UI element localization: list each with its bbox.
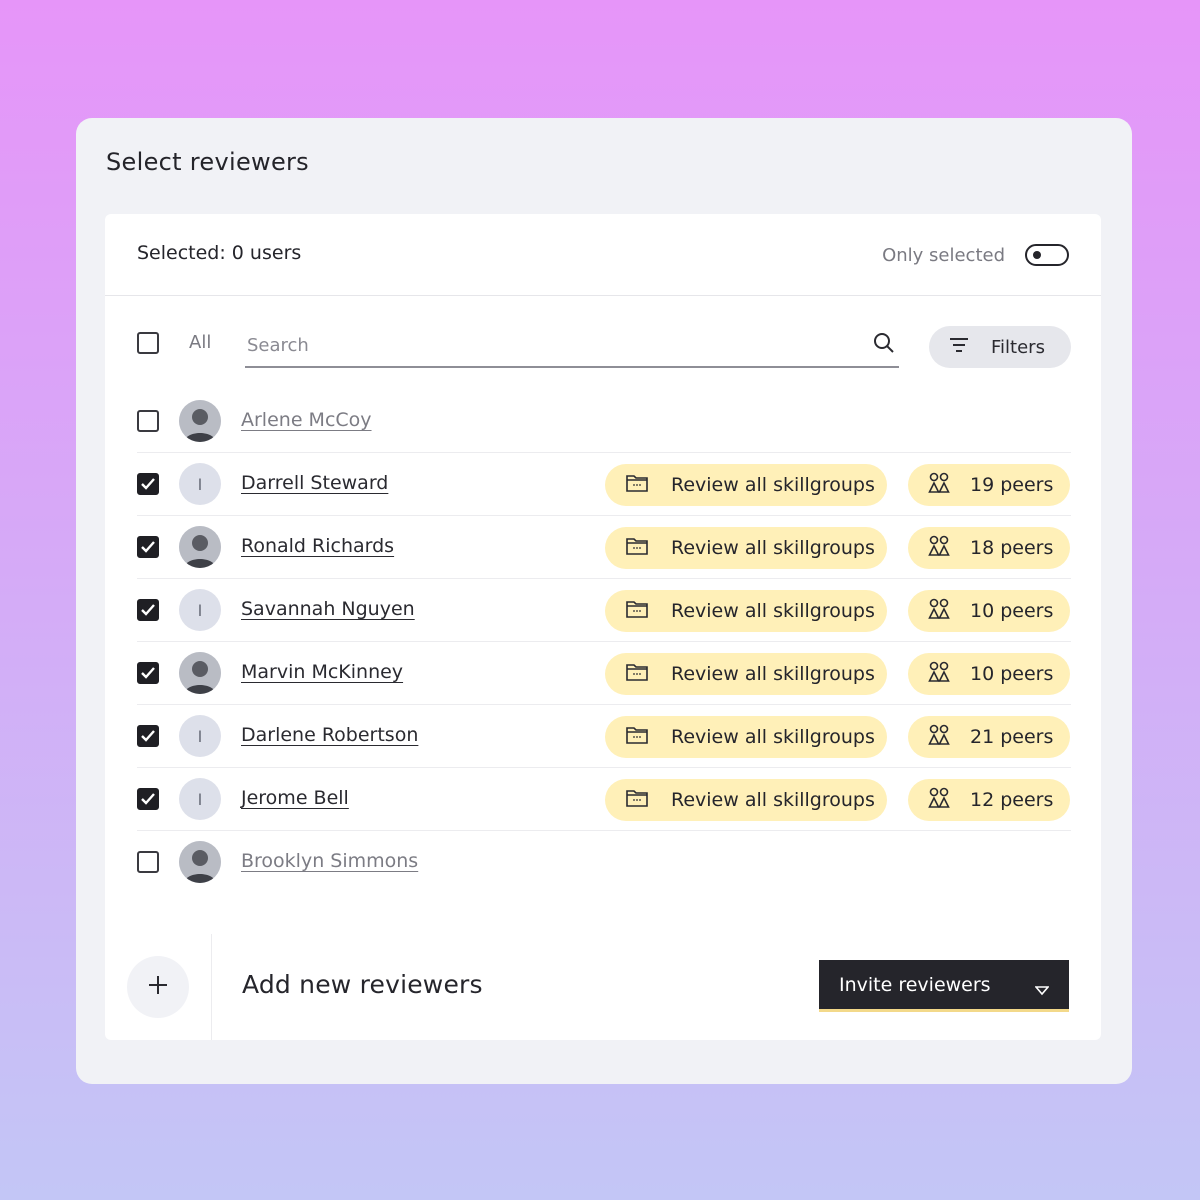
skillgroups-label: Review all skillgroups: [671, 663, 875, 685]
reviewer-row: Ronald Richards Review all skillgroups 18 …: [137, 516, 1071, 579]
page-title: Select reviewers: [106, 148, 309, 176]
avatar: I: [179, 715, 221, 757]
reviewer-checkbox[interactable]: [137, 599, 159, 621]
reviewer-name-link[interactable]: Darrell Steward: [241, 472, 388, 494]
reviewer-name-link[interactable]: Arlene McCoy: [241, 409, 372, 431]
peers-count: 19 peers: [970, 474, 1054, 496]
reviewer-checkbox[interactable]: [137, 851, 159, 873]
select-all-label: All: [189, 332, 212, 353]
skillgroups-chip[interactable]: Review all skillgroups: [605, 527, 887, 569]
search-icon[interactable]: [873, 332, 895, 358]
reviewer-checkbox[interactable]: [137, 410, 159, 432]
reviewer-row: Marvin McKinney Review all skillgroups 10 …: [137, 642, 1071, 705]
reviewer-row: Arlene McCoy: [137, 390, 1071, 453]
peers-chip[interactable]: 21 peers: [908, 716, 1070, 758]
only-selected-toggle[interactable]: [1025, 244, 1069, 266]
peers-chip[interactable]: 18 peers: [908, 527, 1070, 569]
avatar-initial: I: [197, 600, 203, 620]
folder-icon: [625, 788, 649, 813]
peers-icon: [928, 724, 950, 751]
peers-icon: [928, 661, 950, 688]
toggle-knob: [1033, 251, 1041, 259]
select-reviewers-card: Select reviewers Selected: 0 users Only …: [76, 118, 1132, 1084]
peers-chip[interactable]: 10 peers: [908, 653, 1070, 695]
selected-count: Selected: 0 users: [137, 242, 302, 264]
peers-chip[interactable]: 19 peers: [908, 464, 1070, 506]
avatar-initial: I: [197, 726, 203, 746]
search-field: [245, 326, 899, 368]
invite-reviewers-label: Invite reviewers: [839, 973, 991, 996]
avatar: I: [179, 589, 221, 631]
skillgroups-chip[interactable]: Review all skillgroups: [605, 779, 887, 821]
folder-icon: [625, 473, 649, 498]
folder-icon: [625, 662, 649, 687]
reviewer-row: I Savannah Nguyen Review all skillgroups 10…: [137, 579, 1071, 642]
peers-count: 21 peers: [970, 726, 1054, 748]
avatar: [179, 400, 221, 442]
reviewers-panel: Selected: 0 users Only selected All Sear…: [105, 214, 1101, 1014]
invite-reviewers-button[interactable]: Invite reviewers: [819, 960, 1069, 1012]
reviewer-row: I Darlene Robertson Review all skillgroups…: [137, 705, 1071, 768]
filters-button[interactable]: Filters: [929, 326, 1071, 368]
skillgroups-chip[interactable]: Review all skillgroups: [605, 590, 887, 632]
only-selected-label: Only selected: [882, 244, 1005, 266]
chevron-down-icon[interactable]: [1034, 979, 1050, 1001]
peers-count: 12 peers: [970, 789, 1054, 811]
search-input[interactable]: [245, 326, 845, 364]
reviewer-name-link[interactable]: Darlene Robertson: [241, 724, 418, 746]
folder-icon: [625, 536, 649, 561]
skillgroups-label: Review all skillgroups: [671, 789, 875, 811]
add-new-reviewers-label: Add new reviewers: [242, 970, 483, 999]
peers-icon: [928, 598, 950, 625]
avatar: [179, 841, 221, 883]
reviewer-name-link[interactable]: Savannah Nguyen: [241, 598, 415, 620]
add-reviewers-bar: Add new reviewers Invite reviewers: [105, 934, 1101, 1040]
reviewer-checkbox[interactable]: [137, 473, 159, 495]
list-toolbar: All Filters: [137, 326, 1071, 386]
peers-chip[interactable]: 10 peers: [908, 590, 1070, 632]
reviewer-list: Arlene McCoy I Darrell Steward Review all s…: [137, 390, 1071, 894]
plus-icon: [148, 975, 168, 999]
peers-icon: [928, 787, 950, 814]
avatar-initial: I: [197, 789, 203, 809]
peers-count: 18 peers: [970, 537, 1054, 559]
skillgroups-chip[interactable]: Review all skillgroups: [605, 716, 887, 758]
folder-icon: [625, 725, 649, 750]
select-all-checkbox[interactable]: [137, 332, 159, 354]
reviewer-name-link[interactable]: Brooklyn Simmons: [241, 850, 418, 872]
peers-count: 10 peers: [970, 600, 1054, 622]
reviewer-checkbox[interactable]: [137, 725, 159, 747]
reviewer-name-link[interactable]: Jerome Bell: [241, 787, 349, 809]
filter-icon: [949, 337, 969, 358]
reviewer-name-link[interactable]: Ronald Richards: [241, 535, 394, 557]
panel-header: Selected: 0 users Only selected: [105, 214, 1101, 296]
avatar: I: [179, 778, 221, 820]
reviewer-checkbox[interactable]: [137, 662, 159, 684]
skillgroups-label: Review all skillgroups: [671, 537, 875, 559]
filters-label: Filters: [991, 336, 1045, 358]
reviewer-checkbox[interactable]: [137, 536, 159, 558]
avatar-initial: I: [197, 474, 203, 494]
reviewer-row: Brooklyn Simmons: [137, 831, 1071, 894]
avatar: I: [179, 463, 221, 505]
reviewer-name-link[interactable]: Marvin McKinney: [241, 661, 403, 683]
skillgroups-chip[interactable]: Review all skillgroups: [605, 653, 887, 695]
skillgroups-label: Review all skillgroups: [671, 726, 875, 748]
only-selected-control: Only selected: [882, 244, 1069, 266]
peers-icon: [928, 535, 950, 562]
avatar: [179, 652, 221, 694]
peers-count: 10 peers: [970, 663, 1054, 685]
add-reviewer-button[interactable]: [127, 956, 189, 1018]
peers-chip[interactable]: 12 peers: [908, 779, 1070, 821]
skillgroups-label: Review all skillgroups: [671, 600, 875, 622]
peers-icon: [928, 472, 950, 499]
footer-divider: [211, 934, 212, 1040]
folder-icon: [625, 599, 649, 624]
skillgroups-label: Review all skillgroups: [671, 474, 875, 496]
skillgroups-chip[interactable]: Review all skillgroups: [605, 464, 887, 506]
reviewer-row: I Jerome Bell Review all skillgroups 12 pee…: [137, 768, 1071, 831]
avatar: [179, 526, 221, 568]
reviewer-row: I Darrell Steward Review all skillgroups 19…: [137, 453, 1071, 516]
reviewer-checkbox[interactable]: [137, 788, 159, 810]
